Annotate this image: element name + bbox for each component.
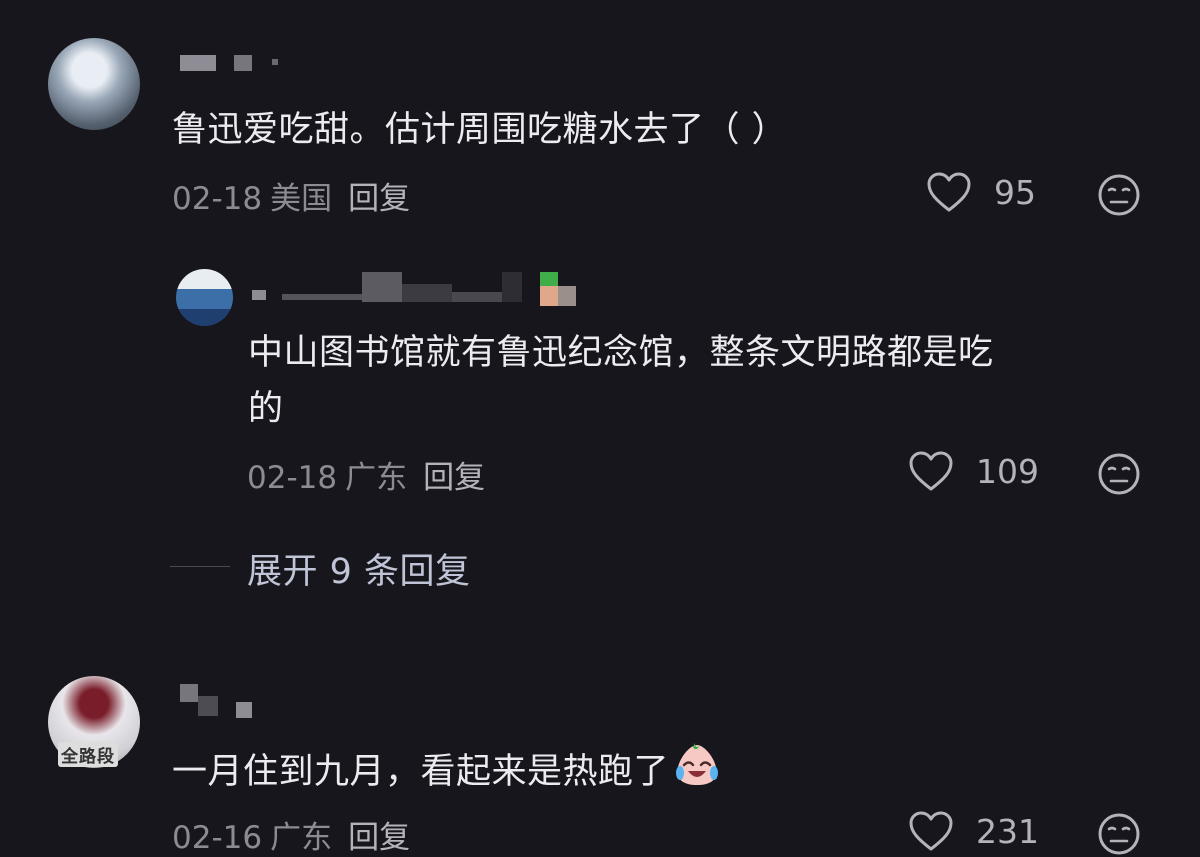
reply-button[interactable]: 回复 xyxy=(348,820,410,856)
like-button[interactable]: 109 xyxy=(908,450,1039,492)
comment-text: 中山图书馆就有鲁迅纪念馆，整条文明路都是吃 xyxy=(248,333,994,373)
comment-meta: 02-18 广东 回复 xyxy=(247,452,485,497)
heart-outline-icon xyxy=(927,172,971,212)
comment-region: 美国 xyxy=(270,181,333,217)
expand-replies-button[interactable]: 展开 9 条回复 xyxy=(247,543,471,594)
like-button[interactable]: 231 xyxy=(908,810,1039,852)
comment-text: 一月住到九月，看起来是热跑了 xyxy=(172,741,721,800)
like-count: 231 xyxy=(976,811,1039,851)
expand-divider xyxy=(170,566,230,567)
neutral-face-icon[interactable] xyxy=(1097,452,1141,496)
comment-meta: 02-16 广东 回复 xyxy=(172,812,410,857)
comment-date: 02-18 xyxy=(247,460,338,496)
comment-date: 02-16 xyxy=(172,820,263,856)
like-count: 95 xyxy=(994,172,1036,212)
comment-text: 鲁迅爱吃甜。估计周围吃糖水去了（ ） xyxy=(172,110,788,150)
comment-text-body: 一月住到九月，看起来是热跑了 xyxy=(172,752,670,792)
avatar[interactable] xyxy=(176,269,233,326)
reply-button[interactable]: 回复 xyxy=(348,181,410,217)
comment-date: 02-18 xyxy=(172,181,263,217)
like-button[interactable]: 95 xyxy=(926,171,1036,213)
neutral-face-icon[interactable] xyxy=(1097,812,1141,856)
heart-outline-icon xyxy=(909,811,953,851)
reply-button[interactable]: 回复 xyxy=(423,460,485,496)
avatar[interactable] xyxy=(48,38,140,130)
comment-meta: 02-18 美国 回复 xyxy=(172,173,410,218)
neutral-face-icon[interactable] xyxy=(1097,173,1141,217)
crying-laughing-emoji xyxy=(676,743,719,785)
comment-region: 广东 xyxy=(345,460,408,496)
like-count: 109 xyxy=(976,451,1039,491)
comment-region: 广东 xyxy=(270,820,333,856)
heart-outline-icon xyxy=(909,451,953,491)
avatar-label: 全路段 xyxy=(58,742,118,767)
comment-text-cont: 的 xyxy=(248,389,284,429)
